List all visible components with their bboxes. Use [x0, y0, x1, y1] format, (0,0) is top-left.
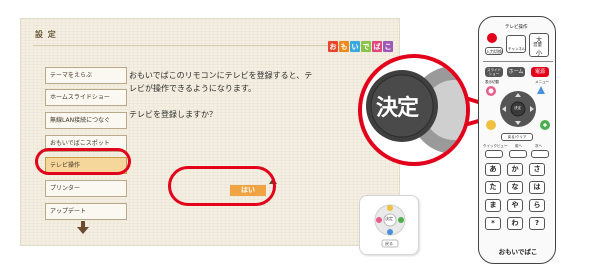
- quick-view-label: クイックビュー: [483, 144, 508, 148]
- tv-power-button[interactable]: [487, 33, 497, 43]
- omoidebako-logo: お も い で ば こ: [328, 41, 393, 52]
- scroll-down-icon[interactable]: [76, 221, 90, 235]
- remote-control: テレビ操作 電源 入力切換 チャンネル 大 音量 小 スライドショー ホーム 電…: [478, 16, 556, 264]
- kana-key-ka[interactable]: か: [507, 163, 523, 176]
- menu-item-wireless-lan[interactable]: 無線LAN接続につなぐ: [45, 112, 127, 129]
- kana-key-ra[interactable]: ら: [529, 199, 545, 212]
- remote-dpad-thumbnail: 決定 戻る: [359, 195, 419, 255]
- kana-key-ha[interactable]: は: [529, 181, 545, 194]
- kana-key-wa[interactable]: わ: [507, 217, 523, 230]
- volume-down-label: 小: [536, 50, 543, 57]
- channel-label: チャンネル: [508, 47, 526, 51]
- kana-key-sa[interactable]: さ: [529, 163, 545, 176]
- menu-item-home-slideshow[interactable]: ホームスライドショー: [45, 89, 127, 106]
- title-divider: [33, 45, 363, 46]
- quick-view-button[interactable]: [485, 150, 503, 158]
- registration-message: おもいでばこのリモコンにテレビを登録すると、テ レビが操作できるようになります。: [129, 69, 312, 95]
- remote-brand: おもいでばこ: [498, 248, 538, 256]
- back-clear-button[interactable]: 戻る/クリア: [501, 133, 533, 141]
- logo-letter: こ: [383, 41, 393, 52]
- ok-button-label: 決定: [514, 106, 521, 110]
- zoom-callout: 決定: [358, 54, 470, 166]
- thumb-back-label: 戻る: [385, 241, 393, 246]
- menu-item-update[interactable]: アップデート: [45, 203, 127, 220]
- kana-key-ya[interactable]: や: [507, 199, 523, 212]
- next-label: 次へ: [535, 144, 542, 148]
- kana-key-ta[interactable]: た: [485, 181, 501, 194]
- logo-letter: い: [350, 41, 360, 52]
- ok-callout-label: 決定: [376, 96, 419, 121]
- key-question[interactable]: ?: [529, 217, 545, 230]
- kana-key-na[interactable]: な: [507, 181, 523, 194]
- key-asterisk[interactable]: *: [485, 217, 501, 230]
- page-title: 設 定: [35, 30, 57, 39]
- input-switch-button[interactable]: 入力切換: [485, 47, 503, 55]
- logo-letter: も: [339, 41, 349, 52]
- menu-item-theme[interactable]: テーマをえらぶ: [45, 67, 127, 84]
- slideshow-button[interactable]: スライドショー: [485, 67, 503, 77]
- logo-letter: お: [328, 41, 338, 52]
- tv-control-label: テレビ操作: [505, 25, 528, 30]
- prev-button[interactable]: [509, 150, 527, 158]
- kana-key-a[interactable]: あ: [485, 163, 501, 176]
- message-line: レビが操作できるようになります。: [129, 84, 257, 93]
- remote-divider: [483, 61, 553, 62]
- home-button[interactable]: ホーム: [507, 67, 525, 77]
- logo-letter: ば: [372, 41, 382, 52]
- prev-label: 前へ: [515, 144, 522, 148]
- logo-letter: で: [361, 41, 371, 52]
- dpad-thumbnail-icon: [374, 204, 406, 248]
- tv-screen: 設 定 お も い で ば こ テーマをえらぶ ホームスライドショー 無線LAN…: [20, 18, 419, 255]
- power-button[interactable]: 電源: [531, 67, 549, 77]
- menu-highlight-ring: [35, 148, 131, 175]
- next-button[interactable]: [531, 150, 549, 158]
- registration-question: テレビを登録しますか？: [129, 110, 217, 119]
- kana-key-ma[interactable]: ま: [485, 199, 501, 212]
- yes-highlight-ring: [168, 166, 276, 206]
- menu-item-printer[interactable]: プリンター: [45, 180, 127, 197]
- message-line: おもいでばこのリモコンにテレビを登録すると、テ: [129, 71, 313, 80]
- thumb-ok-label: 決定: [385, 216, 393, 221]
